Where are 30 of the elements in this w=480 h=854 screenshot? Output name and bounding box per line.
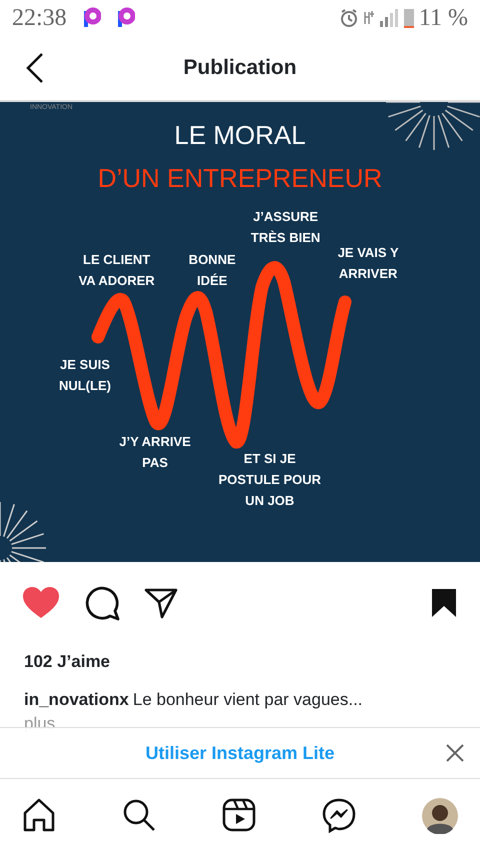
username[interactable]: in_novationx [24, 690, 129, 710]
page-title: Publication [183, 55, 297, 82]
bookmark-icon[interactable] [430, 587, 458, 619]
app-notification-icon [82, 7, 101, 29]
graphic-label: JE VAIS Y ARRIVER [338, 244, 399, 284]
alarm-icon [338, 8, 359, 28]
back-icon[interactable] [24, 52, 46, 84]
comment-icon[interactable] [84, 585, 120, 621]
caption-text: Le bonheur vient par vagues... [132, 690, 363, 710]
graphic-label: JE SUIS NUL(LE) [58, 356, 111, 396]
graphic-label: J’ASSURE TRÈS BIEN [250, 208, 320, 246]
graphic-subtitle: D’UN ENTREPRENEUR [98, 162, 382, 195]
messenger-icon[interactable] [322, 798, 358, 834]
graphic-label: BONNE IDÉE [188, 251, 236, 290]
close-icon[interactable] [446, 744, 464, 762]
like-heart-icon[interactable] [22, 586, 60, 620]
graphic-label: ET SI JE POSTULE POUR UN JOB [218, 450, 322, 510]
share-icon[interactable] [144, 587, 178, 619]
graphic-label: LE CLIENT VA ADORER [78, 251, 155, 290]
battery-level: 11 % [418, 4, 468, 33]
install-lite-link[interactable]: Utiliser Instagram Lite [145, 740, 335, 766]
app-notification-icon [116, 7, 135, 29]
graphic-label: J’Y ARRIVE PAS [119, 432, 191, 472]
graphic-title: LE MORAL [174, 119, 306, 152]
like-count: 102 J’aime [23, 651, 112, 672]
avatar-icon[interactable] [422, 798, 458, 834]
battery-icon [402, 7, 415, 29]
signal-icon [378, 9, 399, 27]
status-time: 22:38 [12, 4, 67, 33]
reels-icon[interactable] [222, 798, 258, 834]
